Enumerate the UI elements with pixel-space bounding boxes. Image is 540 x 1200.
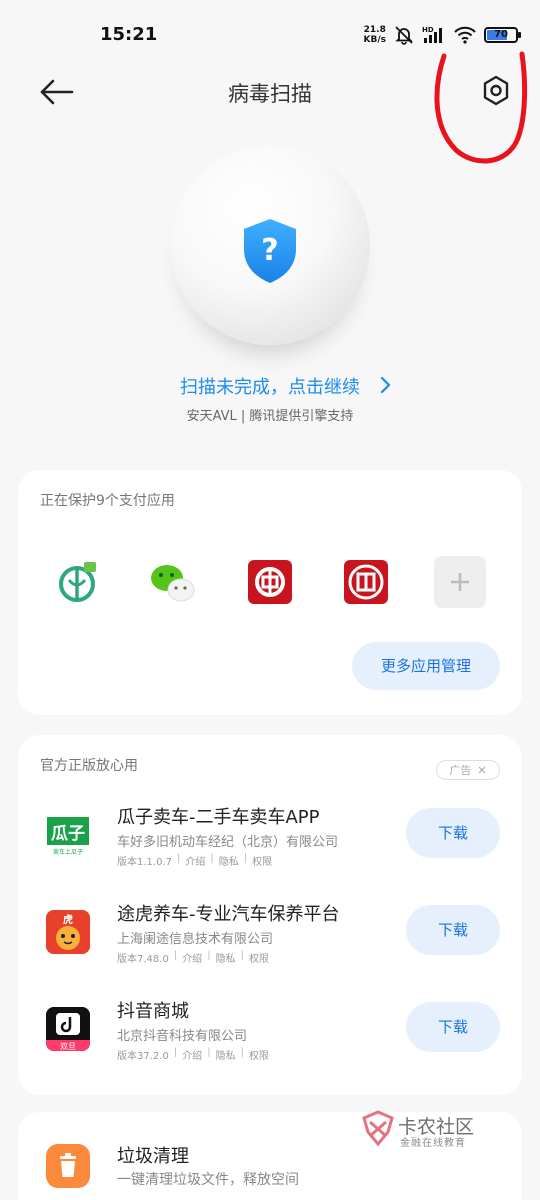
watermark-emblem-icon: [362, 1110, 394, 1147]
hexagon-settings-icon: [483, 75, 509, 106]
svg-text:虎: 虎: [63, 913, 73, 926]
intro-link[interactable]: 介绍: [182, 1047, 202, 1062]
svg-text:?: ?: [261, 233, 278, 268]
payment-protection-card: 正在保护9个支付应用 更多应用管理: [18, 470, 522, 715]
shield-question-icon: ?: [244, 219, 296, 283]
app-company: 车好多旧机动车经纪（北京）有限公司: [117, 835, 339, 850]
app-name: 抖音商城: [117, 1001, 189, 1022]
app-company: 上海阑途信息技术有限公司: [117, 932, 274, 947]
recommended-apps-card: 官方正版放心用 广告 ✕ 瓜子 卖车上瓜子 瓜子卖车-二手车卖车APP 车好多旧…: [18, 735, 522, 1095]
recommended-label: 官方正版放心用: [40, 758, 138, 774]
wechat-icon[interactable]: [148, 558, 196, 606]
tuhu-app-icon: 虎: [46, 910, 90, 954]
bank-of-china-icon[interactable]: [246, 558, 294, 606]
svg-text:双旦: 双旦: [60, 1042, 76, 1051]
app-name: 途虎养车-专业汽车保养平台: [117, 904, 340, 925]
download-button[interactable]: 下载: [406, 808, 500, 858]
list-item[interactable]: 双旦 抖音商城 北京抖音科技有限公司 版本37.2.0 | 介绍 | 隐私 | 权限 …: [18, 997, 522, 1087]
download-button[interactable]: 下载: [406, 905, 500, 955]
trash-icon: [46, 1144, 90, 1188]
privacy-link[interactable]: 隐私: [216, 1047, 236, 1062]
payment-app-row: [18, 554, 522, 610]
watermark-logo: 卡农社区 金融在线教育: [360, 1110, 490, 1150]
permissions-link[interactable]: 权限: [252, 853, 272, 868]
status-time: 15:21: [100, 24, 158, 45]
chevron-right-icon[interactable]: [378, 373, 394, 397]
settings-button[interactable]: [478, 72, 514, 110]
privacy-link[interactable]: 隐私: [219, 853, 239, 868]
permissions-link[interactable]: 权限: [249, 1047, 269, 1062]
list-item[interactable]: 瓜子 卖车上瓜子 瓜子卖车-二手车卖车APP 车好多旧机动车经纪（北京）有限公司…: [18, 803, 522, 893]
download-button[interactable]: 下载: [406, 1002, 500, 1052]
permissions-link[interactable]: 权限: [249, 950, 269, 965]
app-company: 北京抖音科技有限公司: [117, 1029, 248, 1044]
douyin-mall-icon: 双旦: [46, 1007, 90, 1051]
network-speed: 21.8 KB/s: [363, 25, 386, 45]
intro-link[interactable]: 介绍: [185, 853, 205, 868]
engine-credit: 安天AVL | 腾讯提供引擎支持: [186, 409, 354, 424]
svg-text:HD: HD: [422, 26, 434, 34]
junk-clean-title: 垃圾清理: [117, 1146, 189, 1167]
privacy-link[interactable]: 隐私: [216, 950, 236, 965]
intro-link[interactable]: 介绍: [182, 950, 202, 965]
wifi-icon: [454, 26, 476, 44]
agricultural-bank-icon[interactable]: [54, 558, 102, 606]
bell-muted-icon: [395, 26, 413, 45]
svg-text:卖车上瓜子: 卖车上瓜子: [53, 848, 83, 856]
payment-protection-label: 正在保护9个支付应用: [40, 493, 175, 509]
page-title: 病毒扫描: [228, 82, 312, 106]
list-item[interactable]: 虎 途虎养车-专业汽车保养平台 上海阑途信息技术有限公司 版本7.48.0 | 介…: [18, 900, 522, 990]
more-apps-button[interactable]: 更多应用管理: [352, 642, 500, 690]
battery-indicator: 70: [484, 27, 521, 43]
close-icon[interactable]: ✕: [477, 764, 486, 777]
app-header: 病毒扫描: [0, 60, 540, 124]
signal-hd-icon: HD: [422, 26, 442, 43]
status-icons: 21.8 KB/s HD 70: [363, 22, 521, 48]
junk-clean-subtitle: 一键清理垃圾文件，释放空间: [117, 1172, 299, 1188]
plus-icon: [451, 573, 469, 591]
guazi-app-icon: 瓜子 卖车上瓜子: [46, 813, 90, 857]
ad-tag[interactable]: 广告 ✕: [436, 760, 500, 780]
app-meta: 版本37.2.0 | 介绍 | 隐私 | 权限: [117, 1047, 269, 1062]
svg-text:瓜子: 瓜子: [51, 824, 85, 844]
icbc-icon[interactable]: [342, 558, 390, 606]
continue-scan-link[interactable]: 扫描未完成，点击继续: [0, 373, 540, 399]
status-bar: 15:21 21.8 KB/s HD 70: [0, 0, 540, 60]
add-app-button[interactable]: [434, 556, 486, 608]
app-name: 瓜子卖车-二手车卖车APP: [117, 807, 320, 828]
app-meta: 版本1.1.0.7 | 介绍 | 隐私 | 权限: [117, 853, 273, 868]
scan-status-orb[interactable]: ?: [170, 145, 370, 345]
app-meta: 版本7.48.0 | 介绍 | 隐私 | 权限: [117, 950, 269, 965]
